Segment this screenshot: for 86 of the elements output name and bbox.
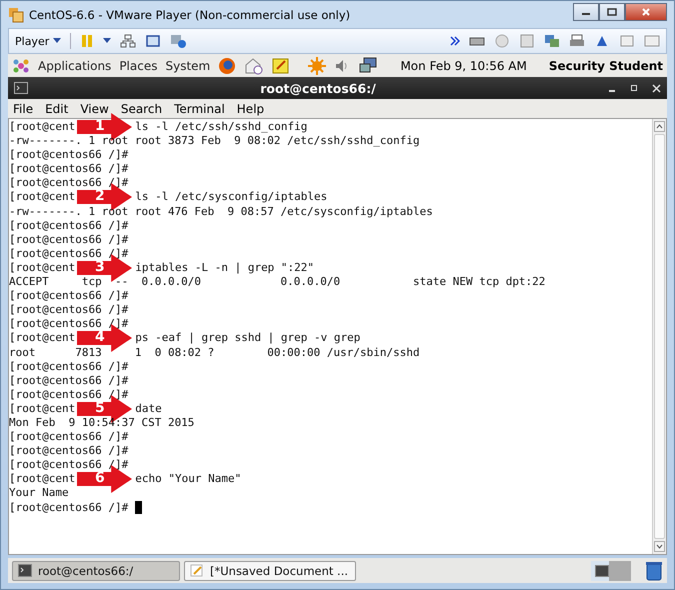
network-adapter-icon[interactable] <box>544 34 560 48</box>
panel-menu[interactable]: System <box>165 58 210 72</box>
notepad-icon <box>190 564 204 577</box>
prompt-text: [root@cent <box>9 331 76 346</box>
terminal-output-line: Mon Feb 9 10:54:37 CST 2015 <box>9 416 194 429</box>
command-text: ps -eaf | grep sshd | grep -v grep <box>135 331 360 346</box>
text-cursor <box>135 501 142 514</box>
prompt-text: [root@cent <box>9 120 76 134</box>
terminal-output-line: -rw-------. 1 root root 476 Feb 9 08:57 /etc/sysconfig/iptables <box>9 204 433 218</box>
usb-icon[interactable] <box>594 34 610 48</box>
terminal-output-line: [root@centos66 /]# <box>9 218 128 232</box>
terminal-output-line: root 7813 1 0 08:02 ? 00:00:00 /usr/sbin/sshd <box>9 346 420 358</box>
prompt-text: [root@cent <box>9 260 76 276</box>
taskbar-button[interactable]: root@centos66:/ <box>12 560 180 580</box>
network-computers-icon[interactable] <box>358 56 378 74</box>
menu-item[interactable]: Help <box>236 102 264 116</box>
maximize-icon <box>607 8 617 16</box>
terminal-output-line: Your Name <box>9 486 69 500</box>
prompt-text: [root@cent <box>9 190 76 205</box>
menu-item[interactable]: Search <box>120 102 162 116</box>
floppy-icon[interactable] <box>519 34 535 48</box>
terminal-icon <box>595 564 609 576</box>
dropdown-caret-icon[interactable] <box>53 38 62 44</box>
terminal-icon <box>18 564 32 577</box>
prompt-text: [root@cent <box>9 472 76 486</box>
trash-icon[interactable] <box>645 560 663 580</box>
terminal-output-line: ACCEPT tcp -- 0.0.0.0/0 0.0.0.0/0 state NEW tcp dpt:22 <box>9 275 546 288</box>
notepad-icon[interactable] <box>272 56 290 74</box>
workspace-switcher[interactable] <box>591 560 631 580</box>
menu-item[interactable]: Terminal <box>174 102 225 116</box>
terminal-output-line: [root@centos66 /]# <box>9 317 128 330</box>
terminal-output-line: [root@centos66 /]# <box>9 374 128 387</box>
step-number: 5 <box>95 400 105 417</box>
terminal-output-line: [root@centos66 /]# <box>9 444 128 458</box>
terminal-output-line: [root@centos66 /]# <box>9 289 128 302</box>
maximize-button[interactable] <box>599 2 625 20</box>
menu-item[interactable]: View <box>80 102 109 116</box>
window-title: CentOS-6.6 - VMware Player (Non-commercial use only) <box>29 8 350 22</box>
prompt-text: [root@cent <box>9 402 76 416</box>
terminal-output-line: [root@centos66 /]# <box>9 303 128 316</box>
step-number: 6 <box>95 470 105 488</box>
terminal-output-line: [root@centos66 /]# <box>9 176 128 190</box>
terminal-title: root@centos66:/ <box>260 80 376 96</box>
terminal-output-line: [root@centos66 /]# <box>9 430 128 444</box>
terminal-output-line: [root@centos66 /]# <box>9 148 128 162</box>
vmware-logo-icon <box>8 6 24 22</box>
terminal-output-line: [root@centos66 /]# <box>9 246 128 260</box>
panel-menu[interactable]: Places <box>119 58 158 72</box>
scrollbar[interactable] <box>652 119 666 554</box>
terminal-output-line: [root@centos66 /]# <box>9 388 128 401</box>
firefox-icon[interactable] <box>218 56 236 74</box>
gnome-foot-icon[interactable] <box>12 56 30 74</box>
command-text: echo "Your Name" <box>135 472 242 486</box>
panel-menu[interactable]: Applications <box>38 58 112 72</box>
terminal-output-line: [root@centos66 /]# <box>9 458 128 472</box>
menu-item[interactable]: Edit <box>45 102 68 116</box>
command-text: ls -l /etc/sysconfig/iptables <box>135 190 328 205</box>
terminal-icon <box>14 82 28 94</box>
network-icon[interactable] <box>120 34 136 48</box>
chevron-icon[interactable] <box>450 36 460 46</box>
player-menu-button[interactable]: Player <box>15 34 50 48</box>
minimize-button[interactable] <box>573 2 599 20</box>
step-number: 1 <box>95 118 105 135</box>
fullscreen-icon[interactable] <box>145 34 162 48</box>
dropdown-caret-icon[interactable] <box>103 38 112 44</box>
taskbar-button[interactable]: [*Unsaved Document ... <box>184 560 356 580</box>
close-icon <box>641 6 651 16</box>
display-icon[interactable] <box>644 34 660 48</box>
menu-item[interactable]: File <box>13 102 34 116</box>
user-name[interactable]: Security Student <box>548 58 663 72</box>
step-number: 2 <box>95 188 105 206</box>
close-button[interactable] <box>625 2 667 20</box>
scroll-down-icon[interactable] <box>654 541 665 552</box>
terminal-output-line: [root@centos66 /]# <box>9 162 128 176</box>
terminal-output-line: [root@centos66 /]# <box>9 232 128 246</box>
step-number: 4 <box>95 329 105 346</box>
prompt-text: [root@centos66 /]# <box>9 500 128 514</box>
command-text: date <box>135 402 162 416</box>
command-text: ls -l /etc/ssh/sshd_config <box>135 120 308 134</box>
terminal-output-line: -rw-------. 1 root root 3873 Feb 9 08:02 /etc/ssh/sshd_config <box>9 134 420 148</box>
command-text: iptables -L -n | grep ":22" <box>135 260 314 276</box>
step-number: 3 <box>95 258 105 276</box>
scroll-up-icon[interactable] <box>654 121 665 132</box>
clock[interactable]: Mon Feb 9, 10:56 AM <box>400 58 527 72</box>
printer-icon[interactable] <box>569 34 585 48</box>
terminal-output-line: [root@centos66 /]# <box>9 360 128 373</box>
